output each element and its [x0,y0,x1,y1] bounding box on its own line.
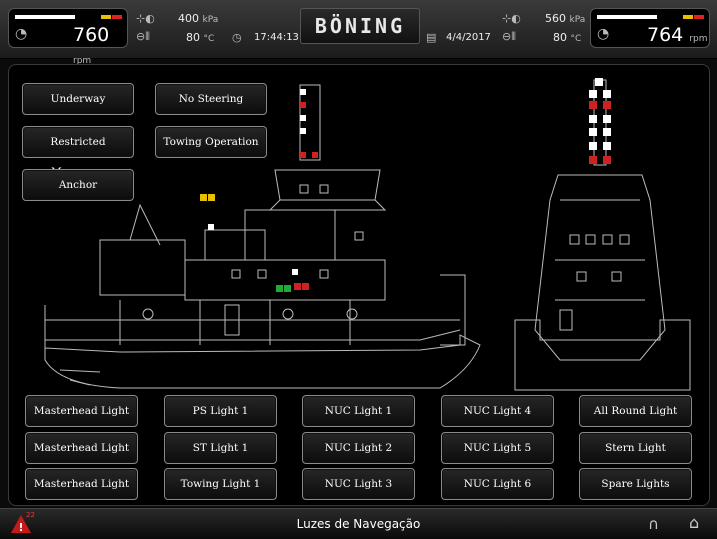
nuc-light-3-button[interactable]: NUC Light 3 [302,468,415,500]
anchor-button[interactable]: Anchor [22,169,134,201]
nuc-light-5-button[interactable]: NUC Light 5 [441,432,554,464]
towing-light-button[interactable]: Towing Light 1 [164,468,277,500]
page-title: Luzes de Navegação [296,517,421,531]
bottom-bar: ! 22 Luzes de Navegação ∩ ⌂ [0,508,717,539]
spare-lights-button[interactable]: Spare Lights [579,468,692,500]
nuc-light-2-button[interactable]: NUC Light 2 [302,432,415,464]
towing-operation-button[interactable]: Towing Operation [155,126,267,158]
magnet-icon[interactable]: ∩ [648,515,659,533]
nuc-light-6-button[interactable]: NUC Light 6 [441,468,554,500]
underway-button[interactable]: Underway [22,83,134,115]
masterhead-light-2-button[interactable]: Masterhead Light 2.1 [25,432,138,484]
st-light-button[interactable]: ST Light 1 [164,432,277,464]
no-steering-button[interactable]: No Steering [155,83,267,115]
nuc-light-1-button[interactable]: NUC Light 1 [302,395,415,427]
nuc-light-4-button[interactable]: NUC Light 4 [441,395,554,427]
stern-light-button[interactable]: Stern Light [579,432,692,464]
masterhead-light-3-button[interactable]: Masterhead Light 3.1 [25,468,138,520]
ps-light-button[interactable]: PS Light 1 [164,395,277,427]
masterhead-light-1-button[interactable]: Masterhead Light 1.1 [25,395,138,447]
front-mast-lights [589,78,611,164]
restricted-maneuver-button[interactable]: Restricted Maneuver [22,126,134,178]
all-round-light-button[interactable]: All Round Light [579,395,692,427]
home-icon[interactable]: ⌂ [689,513,699,532]
